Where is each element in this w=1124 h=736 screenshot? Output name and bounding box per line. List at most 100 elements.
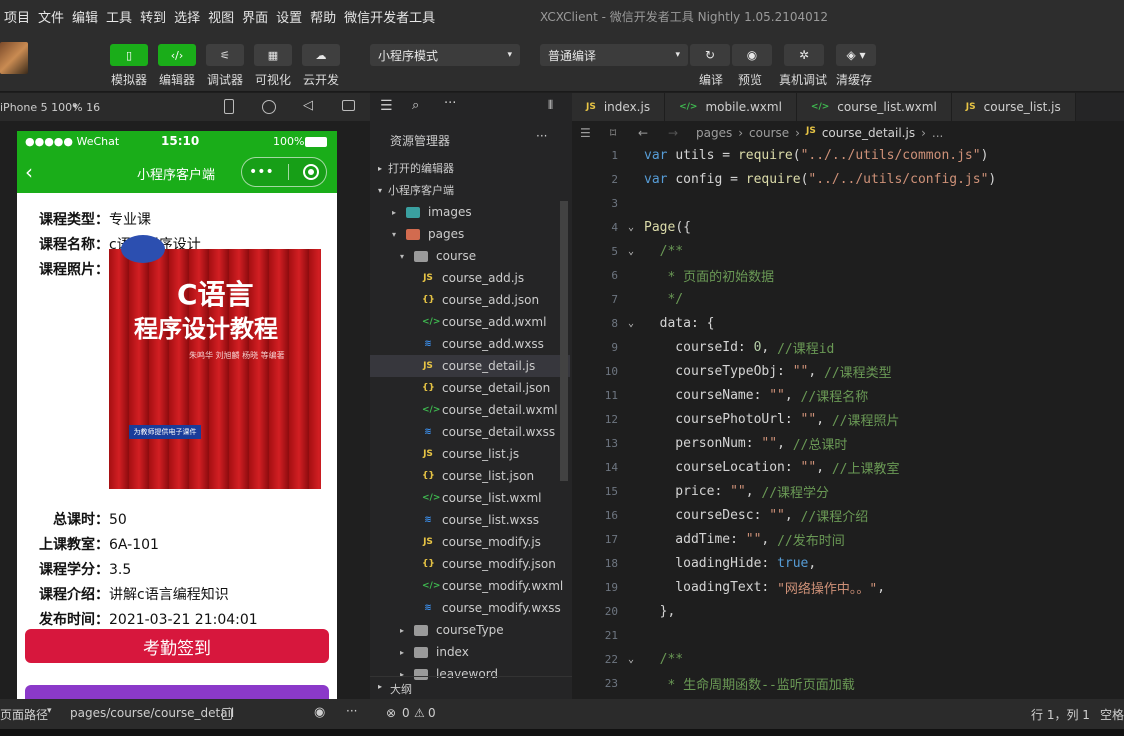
code-line[interactable]: 19 loadingText: "网络操作中。。", <box>572 575 1124 599</box>
menu-item[interactable]: 项目 <box>0 7 34 26</box>
breadcrumb-item[interactable]: pages <box>696 126 732 140</box>
toolbar-label[interactable]: 云开发 <box>303 71 339 88</box>
mode-select[interactable]: 小程序模式 ▾ <box>370 44 520 66</box>
code-line[interactable]: 7 */ <box>572 287 1124 311</box>
tree-item[interactable]: JS course_list.js <box>370 443 570 465</box>
section-outline[interactable]: ▸ 大纲 <box>370 676 572 699</box>
volume-icon[interactable]: ◁ <box>303 98 313 113</box>
code-editor[interactable]: 1 var utils = require("../../utils/common… <box>572 145 1124 699</box>
toolbar-label[interactable]: 真机调试 <box>779 71 827 88</box>
code-line[interactable]: 18 loadingHide: true, <box>572 551 1124 575</box>
toolbar-label[interactable]: 模拟器 <box>111 71 147 88</box>
tree-item[interactable]: ≋ course_modify.wxss <box>370 597 570 619</box>
tree-item[interactable]: JS course_detail.js <box>370 355 570 377</box>
code-line[interactable]: 10 courseTypeObj: "", //课程类型 <box>572 359 1124 383</box>
code-line[interactable]: 16 courseDesc: "", //课程介绍 <box>572 503 1124 527</box>
menu-item[interactable]: 工具 <box>102 7 136 26</box>
back-arrow-icon[interactable]: ← <box>638 126 648 140</box>
cursor-position[interactable]: 行 1，列 1 <box>1031 706 1090 723</box>
code-line[interactable]: 11 courseName: "", //课程名称 <box>572 383 1124 407</box>
more-icon[interactable]: ··· <box>444 96 456 111</box>
warning-icon[interactable]: ⚠ <box>414 706 425 720</box>
code-line[interactable]: 14 courseLocation: "", //上课教室 <box>572 455 1124 479</box>
tree-item[interactable]: ≋ course_add.wxss <box>370 333 570 355</box>
tree-item[interactable]: JS course_add.js <box>370 267 570 289</box>
more-icon[interactable]: ··· <box>346 704 357 718</box>
layers-button[interactable]: ◈ ▾ <box>836 44 876 66</box>
breadcrumb-item[interactable]: ... <box>932 126 943 140</box>
tree-item[interactable]: ▾ pages <box>370 223 570 245</box>
tree-item[interactable]: {} course_add.json <box>370 289 570 311</box>
code-line[interactable]: 3 <box>572 191 1124 215</box>
tree-item[interactable]: </> course_list.wxml <box>370 487 570 509</box>
tree-item[interactable]: {} course_modify.json <box>370 553 570 575</box>
compile-select[interactable]: 普通编译 ▾ <box>540 44 688 66</box>
section-project[interactable]: ▾ 小程序客户端 <box>378 179 578 201</box>
toolbar-label[interactable]: 调试器 <box>207 71 243 88</box>
secondary-button[interactable] <box>25 685 329 699</box>
tree-item[interactable]: {} course_list.json <box>370 465 570 487</box>
toolbar-label[interactable]: 预览 <box>738 71 762 88</box>
menu-item[interactable]: 帮助 <box>306 7 340 26</box>
tree-item[interactable]: ≋ course_detail.wxss <box>370 421 570 443</box>
error-icon[interactable]: ⊗ <box>386 706 396 720</box>
eye-icon[interactable]: ◉ <box>314 705 325 720</box>
code-line[interactable]: 20 }, <box>572 599 1124 623</box>
menu-item[interactable]: 设置 <box>272 7 306 26</box>
code-line[interactable]: 17 addTime: "", //发布时间 <box>572 527 1124 551</box>
code-line[interactable]: 9 courseId: 0, //课程id <box>572 335 1124 359</box>
code-line[interactable]: 23 * 生命周期函数--监听页面加载 <box>572 671 1124 695</box>
tree-item[interactable]: ▸ index <box>370 641 570 663</box>
code-line[interactable]: 4 ⌄ Page({ <box>572 215 1124 239</box>
toolbar-label[interactable]: 编辑器 <box>159 71 195 88</box>
copy-icon[interactable] <box>222 708 232 720</box>
tree-item[interactable]: </> course_detail.wxml <box>370 399 570 421</box>
bug-button[interactable]: ✲ <box>784 44 824 66</box>
files-icon[interactable]: ☰ <box>380 98 393 114</box>
code-line[interactable]: 13 personNum: "", //总课时 <box>572 431 1124 455</box>
toolbar-label[interactable]: 编译 <box>699 71 723 88</box>
code-line[interactable]: 5 ⌄ /** <box>572 239 1124 263</box>
breadcrumb-item[interactable]: course <box>749 126 789 140</box>
cloud-toggle-button[interactable]: ☁ <box>302 44 340 66</box>
refresh-button[interactable]: ↻ <box>690 44 730 66</box>
tree-item[interactable]: ▾ course <box>370 245 570 267</box>
close-mini-program-icon[interactable] <box>302 164 319 180</box>
code-line[interactable]: 1 var utils = require("../../utils/common… <box>572 145 1124 167</box>
code-toggle-button[interactable]: ‹/› <box>158 44 196 66</box>
checkin-button[interactable]: 考勤签到 <box>25 629 329 663</box>
tree-item[interactable]: </> course_add.wxml <box>370 311 570 333</box>
fold-chevron-icon[interactable]: ⌄ <box>618 222 644 233</box>
code-line[interactable]: 22 ⌄ /** <box>572 647 1124 671</box>
code-line[interactable]: 8 ⌄ data: { <box>572 311 1124 335</box>
capsule-menu[interactable]: ••• <box>241 157 327 187</box>
menu-item[interactable]: 微信开发者工具 <box>340 7 439 26</box>
menu-item[interactable]: 视图 <box>204 7 238 26</box>
code-line[interactable]: 15 price: "", //课程学分 <box>572 479 1124 503</box>
device-select[interactable]: iPhone 5 100% 16 <box>0 101 100 114</box>
tab[interactable]: </> course_list.wxml <box>796 93 952 121</box>
window-icon[interactable] <box>342 100 355 111</box>
tab[interactable]: </> mobile.wxml <box>665 93 797 121</box>
chevron-down-icon[interactable]: ▾ <box>47 706 52 716</box>
tree-item[interactable]: </> course_modify.wxml <box>370 575 570 597</box>
toolbar-label[interactable]: 可视化 <box>255 71 291 88</box>
fold-chevron-icon[interactable]: ⌄ <box>618 318 644 329</box>
explorer-more-icon[interactable]: ··· <box>536 129 547 143</box>
phone-toggle-button[interactable]: ▯ <box>110 44 148 66</box>
more-dots-icon[interactable]: ••• <box>249 164 274 180</box>
page-path-label[interactable]: 页面路径 <box>0 706 48 723</box>
menu-item[interactable]: 转到 <box>136 7 170 26</box>
menu-item[interactable]: 界面 <box>238 7 272 26</box>
record-icon[interactable] <box>262 100 276 114</box>
code-line[interactable]: 21 <box>572 623 1124 647</box>
chevron-down-icon[interactable]: ▾ <box>73 102 78 112</box>
code-line[interactable]: 6 * 页面的初始数据 <box>572 263 1124 287</box>
fold-chevron-icon[interactable]: ⌄ <box>618 246 644 257</box>
forward-arrow-icon[interactable]: → <box>668 126 678 140</box>
code-line[interactable]: 12 coursePhotoUrl: "", //课程照片 <box>572 407 1124 431</box>
tree-item[interactable]: ▸ images <box>370 201 570 223</box>
indent-setting[interactable]: 空格 <box>1100 706 1124 723</box>
tab[interactable]: JS index.js <box>572 93 666 121</box>
tree-item[interactable]: JS course_modify.js <box>370 531 570 553</box>
